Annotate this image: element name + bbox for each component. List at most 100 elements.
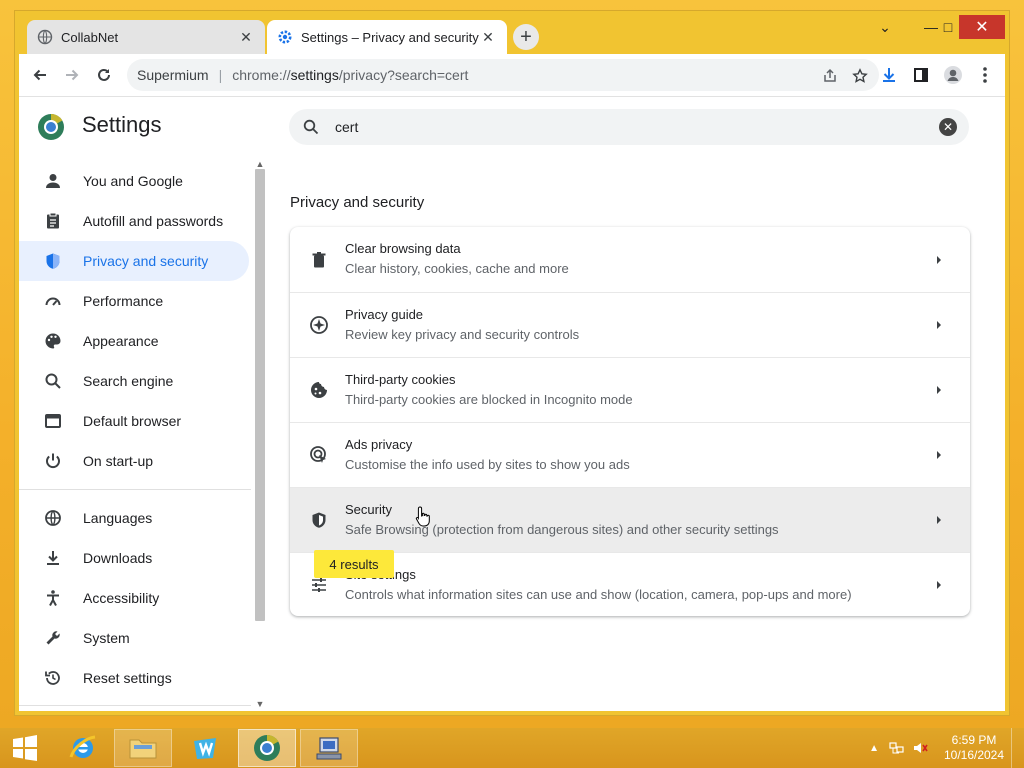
shield-icon <box>41 249 65 273</box>
tab-settings[interactable]: Settings – Privacy and security ✕ <box>267 20 507 54</box>
tab-title: Settings – Privacy and security <box>301 29 479 45</box>
sidebar-item-downloads[interactable]: Downloads <box>19 538 249 578</box>
taskbar-file-explorer[interactable] <box>114 729 172 767</box>
sidebar-item-label: Privacy and security <box>83 253 209 269</box>
taskbar-app[interactable] <box>300 729 358 767</box>
scroll-up-arrow-icon[interactable]: ▲ <box>255 159 265 169</box>
reload-icon[interactable] <box>91 63 117 87</box>
taskbar-store[interactable] <box>176 729 234 767</box>
chevron-right-icon <box>934 450 944 460</box>
sidebar-item-search-engine[interactable]: Search engine <box>19 361 249 401</box>
history-icon <box>41 666 65 690</box>
side-panel-icon[interactable] <box>911 65 931 85</box>
scroll-down-arrow-icon[interactable]: ▼ <box>255 699 265 709</box>
more-menu-icon[interactable] <box>975 65 995 85</box>
sidebar-item-privacy[interactable]: Privacy and security <box>19 241 249 281</box>
start-button[interactable] <box>0 729 50 767</box>
sidebar-item-default-browser[interactable]: Default browser <box>19 401 249 441</box>
site-label: Supermium <box>137 67 209 83</box>
accessibility-icon <box>41 586 65 610</box>
row-ads-privacy[interactable]: Ads privacy Customise the info used by s… <box>290 422 970 487</box>
back-arrow-icon[interactable] <box>27 63 53 87</box>
sidebar-item-label: Default browser <box>83 413 182 429</box>
supermium-browser-icon <box>254 734 280 761</box>
settings-search-box: ✕ <box>289 109 969 145</box>
tab-search-icon[interactable]: ⌄ <box>871 15 899 39</box>
volume-muted-icon[interactable] <box>913 741 929 755</box>
settings-logo-icon <box>37 113 65 141</box>
trash-icon <box>308 249 330 271</box>
show-desktop-button[interactable] <box>1011 728 1024 768</box>
clear-search-icon[interactable]: ✕ <box>939 118 957 136</box>
forward-arrow-icon[interactable] <box>59 63 85 87</box>
close-tab-icon[interactable]: ✕ <box>237 28 255 46</box>
sidebar-divider <box>19 705 251 706</box>
sidebar-item-label: Languages <box>83 510 153 526</box>
sidebar-item-system[interactable]: System <box>19 618 249 658</box>
compass-icon <box>308 314 330 336</box>
clock[interactable]: 6:59 PM 10/16/2024 <box>937 733 1011 763</box>
taskbar-supermium[interactable] <box>238 729 296 767</box>
row-subtitle: Third-party cookies are blocked in Incog… <box>345 392 633 407</box>
network-icon[interactable] <box>889 741 905 755</box>
bookmark-star-icon[interactable] <box>851 67 869 85</box>
sidebar-item-label: System <box>83 630 130 646</box>
clock-time: 6:59 PM <box>951 733 997 747</box>
taskbar-internet-explorer[interactable] <box>54 729 112 767</box>
power-icon <box>41 449 65 473</box>
system-tray: ▲ 6:59 PM 10/16/2024 <box>869 728 1024 768</box>
sidebar-item-on-startup[interactable]: On start-up <box>19 441 249 481</box>
tab-collabnet[interactable]: CollabNet ✕ <box>27 20 265 54</box>
sidebar-item-label: Performance <box>83 293 164 309</box>
sidebar-item-reset-settings[interactable]: Reset settings <box>19 658 249 698</box>
network-computer-icon <box>316 737 342 760</box>
url-path: /privacy?search=cert <box>338 67 469 83</box>
maximize-button[interactable]: □ <box>935 15 961 39</box>
sidebar-item-languages[interactable]: Languages <box>19 498 249 538</box>
address-bar[interactable]: Supermium | chrome://settings/privacy?se… <box>127 59 879 91</box>
close-tab-icon[interactable]: ✕ <box>479 28 497 46</box>
sidebar-scrollbar[interactable]: ▲ ▼ <box>253 157 267 711</box>
settings-sidebar: You and Google Autofill and passwords Pr… <box>19 153 267 711</box>
sidebar-item-label: Accessibility <box>83 590 160 606</box>
windows-logo-icon <box>13 735 37 761</box>
row-subtitle: Controls what information sites can use … <box>345 587 852 602</box>
sidebar-item-autofill[interactable]: Autofill and passwords <box>19 201 249 241</box>
sidebar-item-label: Downloads <box>83 550 153 566</box>
chevron-right-icon <box>934 320 944 330</box>
row-third-party-cookies[interactable]: Third-party cookies Third-party cookies … <box>290 357 970 422</box>
share-icon[interactable] <box>821 67 839 85</box>
profile-avatar-icon[interactable] <box>943 65 963 85</box>
tab-strip: CollabNet ✕ Settings – Privacy and secur… <box>15 11 1009 55</box>
row-security[interactable]: Security Safe Browsing (protection from … <box>290 487 970 552</box>
sidebar-item-performance[interactable]: Performance <box>19 281 249 321</box>
url-scheme: chrome:// <box>232 67 291 83</box>
shield-icon <box>308 509 330 531</box>
chevron-right-icon <box>934 580 944 590</box>
address-separator: | <box>218 67 223 83</box>
ads-target-icon <box>308 444 330 466</box>
new-tab-button[interactable]: + <box>513 24 539 50</box>
search-input[interactable] <box>333 118 939 136</box>
show-hidden-icons-icon[interactable]: ▲ <box>869 743 879 754</box>
scroll-thumb[interactable] <box>255 169 265 621</box>
sidebar-item-label: Appearance <box>83 333 159 349</box>
sidebar-item-label: You and Google <box>83 173 183 189</box>
row-clear-browsing-data[interactable]: Clear browsing data Clear history, cooki… <box>290 227 970 292</box>
close-window-button[interactable]: ✕ <box>959 15 1005 39</box>
browser-window: CollabNet ✕ Settings – Privacy and secur… <box>14 10 1010 716</box>
sidebar-item-appearance[interactable]: Appearance <box>19 321 249 361</box>
download-icon[interactable] <box>879 65 899 85</box>
row-privacy-guide[interactable]: Privacy guide Review key privacy and sec… <box>290 292 970 357</box>
search-icon <box>41 369 65 393</box>
gear-icon <box>277 29 293 45</box>
sidebar-item-you-and-google[interactable]: You and Google <box>19 161 249 201</box>
sidebar-item-accessibility[interactable]: Accessibility <box>19 578 249 618</box>
row-title: Ads privacy <box>345 437 413 452</box>
sidebar-divider <box>19 489 251 490</box>
clock-date: 10/16/2024 <box>943 748 1005 762</box>
internet-explorer-icon <box>69 735 96 758</box>
row-subtitle: Review key privacy and security controls <box>345 327 580 342</box>
globe-icon <box>37 29 53 45</box>
download-icon <box>41 546 65 570</box>
